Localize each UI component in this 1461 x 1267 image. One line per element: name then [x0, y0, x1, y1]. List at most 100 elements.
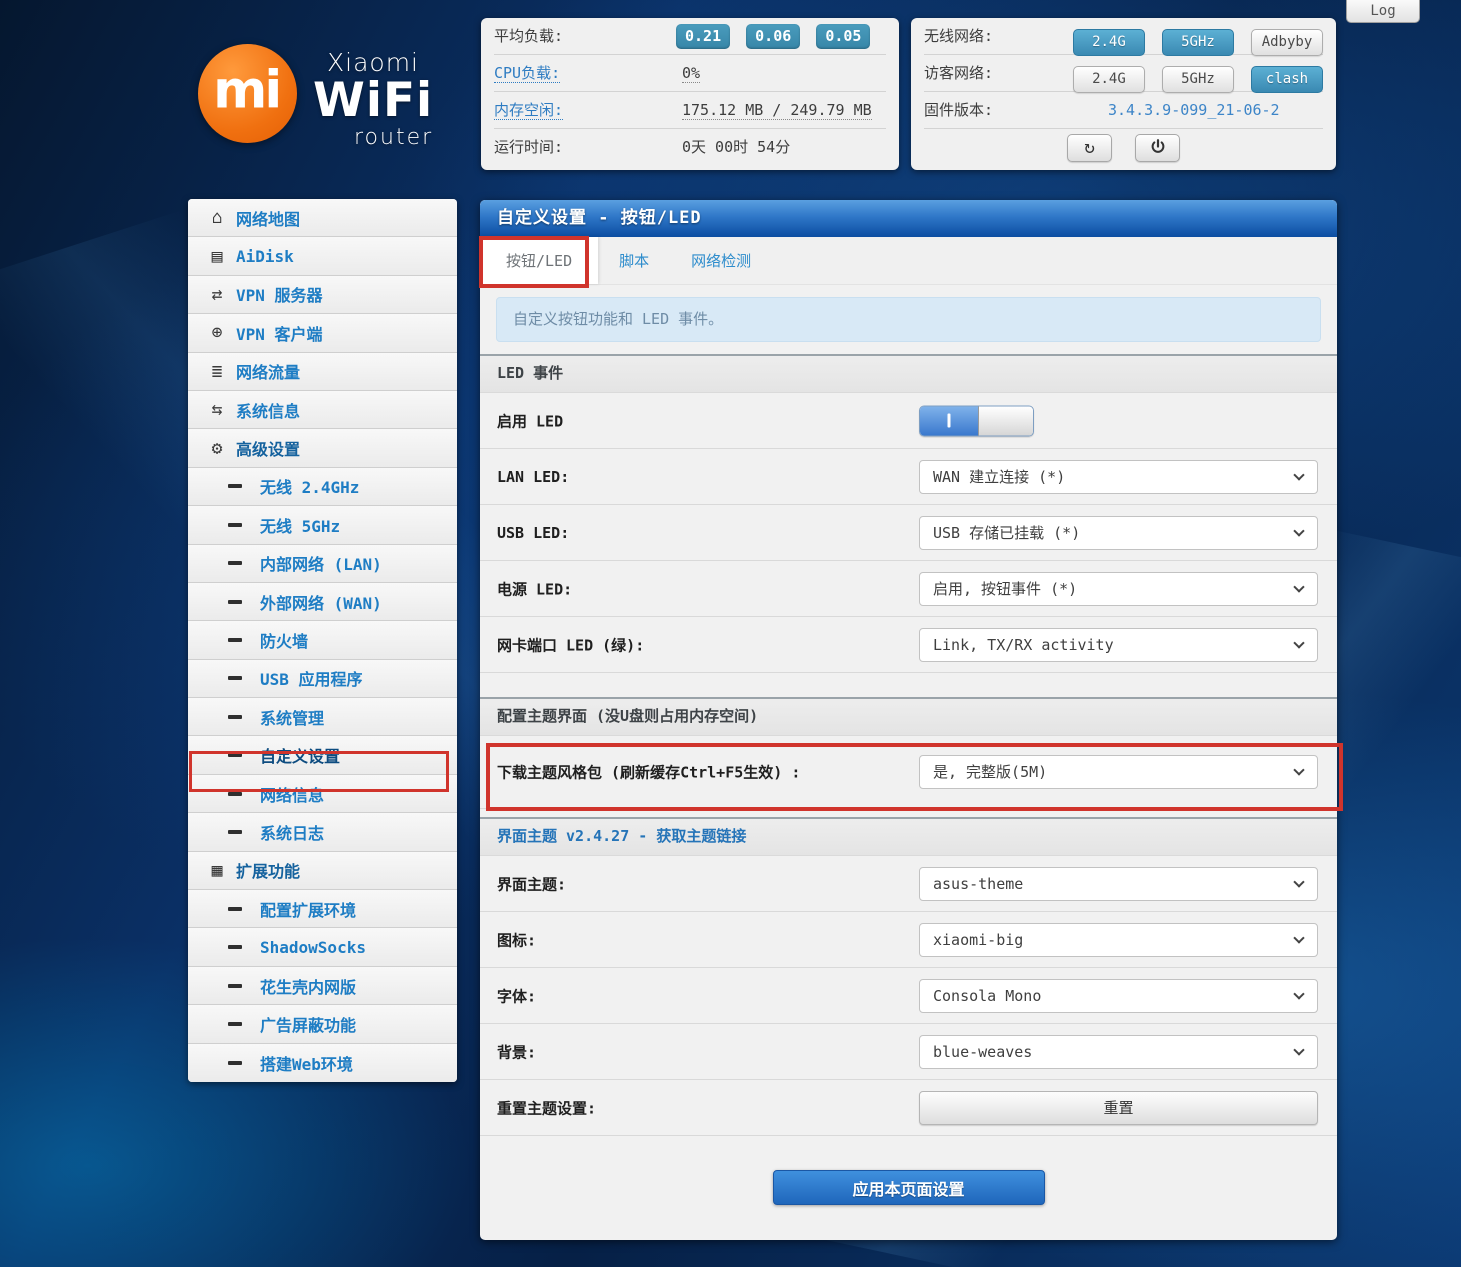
port-led-label: 网卡端口 LED (绿): — [497, 634, 644, 655]
sidebar-item-system-info[interactable]: ⇆系统信息 — [188, 391, 457, 429]
logo-router: router — [313, 125, 433, 150]
sidebar-item-network-information[interactable]: 网络信息 — [188, 775, 457, 813]
power-button[interactable] — [1135, 134, 1180, 162]
sidebar-item-vpn-client[interactable]: ⊕VPN 客户端 — [188, 314, 457, 352]
chevron-down-icon — [1293, 637, 1304, 648]
sidebar-item-extension-env[interactable]: 配置扩展环境 — [188, 890, 457, 928]
tab-script[interactable]: 脚本 — [598, 237, 670, 284]
chevron-down-icon — [1293, 1044, 1304, 1055]
sidebar-item-label: 防火墙 — [260, 628, 308, 652]
sidebar-item-internal-network-lan[interactable]: 内部网络 (LAN) — [188, 545, 457, 583]
sidebar-item-web-environment[interactable]: 搭建Web环境 — [188, 1044, 457, 1082]
chevron-down-icon — [1293, 469, 1304, 480]
sidebar-item-ad-blocking[interactable]: 广告屏蔽功能 — [188, 1005, 457, 1043]
wireless-2g-button[interactable]: 2.4G — [1073, 29, 1145, 56]
reset-theme-button[interactable]: 重置 — [919, 1091, 1318, 1125]
usb-led-label: USB LED: — [497, 524, 569, 542]
sidebar-item-firewall[interactable]: 防火墙 — [188, 621, 457, 659]
power-led-select[interactable]: 启用, 按钮事件 (*) — [919, 572, 1318, 606]
background-label: 背景: — [497, 1041, 536, 1062]
uptime-label: 运行时间: — [494, 138, 563, 156]
sidebar-item-network-traffic[interactable]: ≣网络流量 — [188, 353, 457, 391]
lan-led-label: LAN LED: — [497, 468, 569, 486]
sidebar-item-label: 外部网络 (WAN) — [260, 590, 382, 614]
sidebar-item-custom-settings[interactable]: 自定义设置 — [188, 736, 457, 774]
refresh-button[interactable]: ↻ — [1067, 134, 1112, 162]
get-theme-link[interactable]: 获取主题链接 — [656, 827, 746, 845]
dash-icon — [228, 753, 242, 757]
memory-free-value[interactable]: 175.12 MB / 249.79 MB — [682, 101, 872, 120]
globe-icon: ⊕ — [204, 322, 230, 343]
vpn-server-icon: ⇄ — [204, 284, 230, 305]
font-row: 字体: Consola Mono — [480, 968, 1337, 1024]
load-average-badge-3: 0.05 — [816, 24, 870, 49]
chevron-down-icon — [1293, 764, 1304, 775]
sidebar-item-extensions[interactable]: ▦扩展功能 — [188, 852, 457, 890]
sidebar-item-network-map[interactable]: ⌂网络地图 — [188, 199, 457, 237]
power-led-value: 启用, 按钮事件 (*) — [933, 580, 1077, 598]
lan-led-row: LAN LED: WAN 建立连接 (*) — [480, 449, 1337, 505]
font-select[interactable]: Consola Mono — [919, 979, 1318, 1013]
download-theme-value: 是, 完整版(5M) — [933, 763, 1047, 781]
background-select[interactable]: blue-weaves — [919, 1035, 1318, 1069]
uptime-row: 运行时间: 0天 00时 54分 — [494, 129, 886, 166]
enable-led-toggle[interactable] — [919, 405, 1034, 436]
tab-network-detect[interactable]: 网络检测 — [670, 237, 772, 284]
port-led-value: Link, TX/RX activity — [933, 636, 1114, 654]
sidebar-item-label: VPN 服务器 — [236, 282, 323, 306]
sidebar-item-label: 自定义设置 — [260, 743, 340, 767]
icon-theme-select[interactable]: xiaomi-big — [919, 923, 1318, 957]
cpu-load-value[interactable]: 0% — [682, 64, 700, 83]
sidebar-item-system-admin[interactable]: 系统管理 — [188, 698, 457, 736]
sidebar-item-system-log[interactable]: 系统日志 — [188, 813, 457, 851]
sidebar-item-aidisk[interactable]: ▤AiDisk — [188, 237, 457, 275]
port-led-row: 网卡端口 LED (绿): Link, TX/RX activity — [480, 617, 1337, 673]
adbyby-button[interactable]: Adbyby — [1251, 29, 1323, 56]
icon-theme-value: xiaomi-big — [933, 931, 1023, 949]
section-gap — [480, 673, 1337, 697]
sidebar-item-wireless-2-4ghz[interactable]: 无线 2.4GHz — [188, 468, 457, 506]
dash-icon — [228, 907, 242, 911]
wireless-5g-button[interactable]: 5GHz — [1162, 29, 1234, 56]
port-led-select[interactable]: Link, TX/RX activity — [919, 628, 1318, 662]
log-button[interactable]: Log — [1346, 0, 1420, 23]
sidebar-item-vpn-server[interactable]: ⇄ VPN 服务器 — [188, 276, 457, 314]
apply-settings-button[interactable]: 应用本页面设置 — [773, 1170, 1045, 1205]
background-value: blue-weaves — [933, 1043, 1032, 1061]
dash-icon — [228, 715, 242, 719]
firmware-version-link[interactable]: 3.4.3.9-099_21-06-2 — [1108, 92, 1280, 128]
dash-icon — [228, 830, 242, 834]
download-theme-select[interactable]: 是, 完整版(5M) — [919, 755, 1318, 789]
sidebar-item-label: 系统管理 — [260, 705, 324, 729]
chevron-down-icon — [1293, 988, 1304, 999]
sidebar-item-advanced-settings[interactable]: ⚙高级设置 — [188, 429, 457, 467]
traffic-icon: ≣ — [204, 361, 230, 382]
grid-icon: ▦ — [204, 860, 230, 881]
section-theme-config: 配置主题界面 (没U盘则占用内存空间) — [480, 697, 1337, 736]
reset-theme-row: 重置主题设置: 重置 — [480, 1080, 1337, 1136]
tab-button-led[interactable]: 按钮/LED — [480, 237, 598, 284]
guest-5g-button[interactable]: 5GHz — [1162, 66, 1234, 93]
ui-theme-select[interactable]: asus-theme — [919, 867, 1318, 901]
lan-led-select[interactable]: WAN 建立连接 (*) — [919, 460, 1318, 494]
power-led-label: 电源 LED: — [497, 578, 572, 599]
dash-icon — [228, 638, 242, 642]
clash-button[interactable]: clash — [1251, 66, 1323, 93]
toggle-knob[interactable] — [978, 406, 1033, 435]
background-row: 背景: blue-weaves — [480, 1024, 1337, 1080]
guest-network-label: 访客网络: — [924, 64, 993, 82]
sidebar-item-shadowsocks[interactable]: ShadowSocks — [188, 928, 457, 966]
sidebar-item-external-network-wan[interactable]: 外部网络 (WAN) — [188, 583, 457, 621]
memory-free-link[interactable]: 内存空闲: — [494, 101, 563, 120]
guest-2g-button[interactable]: 2.4G — [1073, 66, 1145, 93]
home-icon: ⌂ — [204, 207, 230, 228]
sidebar-item-label: 广告屏蔽功能 — [260, 1012, 356, 1036]
panel-actions-row: ↻ — [924, 129, 1323, 166]
sidebar-item-peanut-shell[interactable]: 花生壳内网版 — [188, 967, 457, 1005]
usb-led-select[interactable]: USB 存储已挂载 (*) — [919, 516, 1318, 550]
usb-led-row: USB LED: USB 存储已挂载 (*) — [480, 505, 1337, 561]
wrench-icon: ⚙ — [204, 438, 230, 459]
sidebar-item-usb-applications[interactable]: USB 应用程序 — [188, 660, 457, 698]
cpu-load-link[interactable]: CPU负载: — [494, 64, 560, 83]
sidebar-item-wireless-5ghz[interactable]: 无线 5GHz — [188, 506, 457, 544]
